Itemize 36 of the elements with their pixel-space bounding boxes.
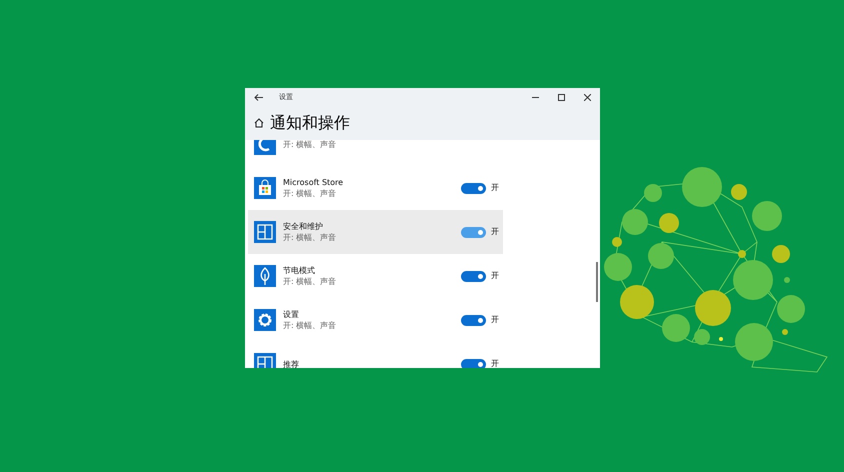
notification-setting: 开: 横幅、声音 <box>283 320 336 331</box>
gear-icon <box>254 309 276 331</box>
notification-setting: 开: 横幅、声音 <box>283 276 336 287</box>
back-arrow-icon <box>254 94 262 100</box>
leaf-icon <box>254 265 276 287</box>
scrollbar[interactable] <box>596 262 598 302</box>
app-row[interactable]: 节电模式 开: 横幅、声音 开 <box>248 254 503 298</box>
close-icon <box>584 94 590 100</box>
toggle-state-label: 开 <box>491 270 500 282</box>
app-row[interactable]: 推荐 开 <box>248 342 503 368</box>
minimize-icon <box>532 96 538 98</box>
toggle-switch[interactable] <box>461 226 486 238</box>
toggle-switch[interactable] <box>461 270 486 282</box>
toggle-state-label: 开 <box>491 182 500 194</box>
notification-setting: 开: 横幅、声音 <box>283 140 336 150</box>
home-icon[interactable] <box>254 118 264 128</box>
notification-setting: 开: 横幅、声音 <box>283 188 336 199</box>
window-panes-icon <box>254 221 276 243</box>
toggle-state-label: 开 <box>491 226 500 238</box>
app-name: 节电模式 <box>283 265 315 276</box>
app-name: 安全和维护 <box>283 221 323 232</box>
app-row[interactable]: Microsoft Store 开: 横幅、声音 开 <box>248 166 503 210</box>
notification-setting: 开: 横幅、声音 <box>283 232 336 243</box>
toggle-state-label: 开 <box>491 314 500 326</box>
toggle-switch[interactable] <box>461 314 486 326</box>
toggle-switch[interactable] <box>461 182 486 194</box>
app-name: 设置 <box>283 309 299 320</box>
toggle-switch[interactable] <box>461 358 486 368</box>
toggle-state-label: 开 <box>491 358 500 368</box>
app-name: 推荐 <box>283 358 299 368</box>
app-row[interactable]: 设置 开: 横幅、声音 开 <box>248 298 503 342</box>
maximize-icon <box>558 94 564 100</box>
shopping-bag-icon <box>254 177 276 199</box>
page-title: 通知和操作 <box>270 112 350 134</box>
app-name: Microsoft Store <box>283 177 344 188</box>
app-row[interactable]: 安全和维护 开: 横幅、声音 开 <box>248 210 503 254</box>
